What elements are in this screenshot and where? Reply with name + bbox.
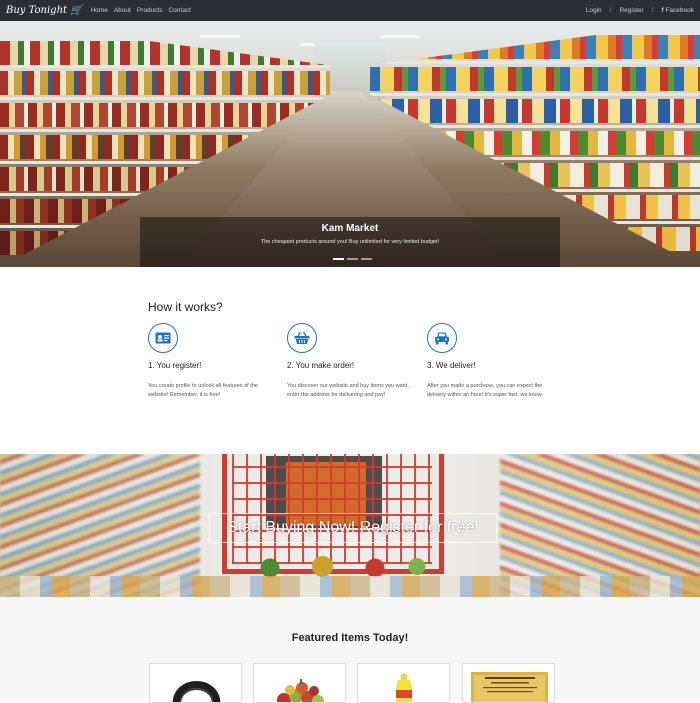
facebook-icon: f (661, 7, 664, 14)
step-title: 2. You make order! (287, 361, 355, 370)
top-navbar: Buy Tonight 🛒 Home About Products Contac… (0, 0, 700, 21)
step-order: 2. You make order! You discover our webs… (287, 323, 417, 400)
hero-carousel[interactable]: Kam Market The cheapest products around … (0, 21, 700, 267)
step-text: You discover our website and buy items y… (287, 383, 409, 398)
featured-section: Featured Items Today! (0, 597, 700, 703)
nav-right: Login / Register / f Facebook (586, 7, 694, 14)
carousel-indicator-3[interactable] (361, 258, 372, 260)
section-title: How it works? (148, 300, 223, 314)
carousel-title: Kam Market (321, 223, 379, 234)
nav-products-link[interactable]: Products (137, 7, 163, 14)
bottle-image (396, 674, 412, 702)
step-title: 1. You register! (148, 361, 202, 370)
how-it-works-section: How it works? 1. You register! You creat… (0, 267, 700, 454)
brand-name[interactable]: Buy Tonight (6, 5, 67, 16)
step-register: 1. You register! You create profile to u… (148, 323, 278, 400)
apples-image (277, 679, 324, 702)
floor-strip (0, 576, 700, 597)
carousel-subtitle: The cheapest products around you! Buy un… (260, 239, 440, 245)
step-text: You create profile to unlock all feature… (148, 383, 258, 398)
ceiling-light (380, 35, 420, 38)
cart-icon: 🛒 (70, 5, 83, 16)
featured-item-certificate[interactable] (462, 663, 555, 703)
nav-separator-2: / (651, 7, 654, 14)
brand-logo[interactable]: Buy Tonight 🛒 (6, 5, 82, 16)
facebook-label: Facebook (665, 7, 694, 14)
nav-contact-link[interactable]: Contact (168, 7, 190, 14)
nav-about-link[interactable]: About (114, 7, 131, 14)
step-text: After you made a purchase, you can expec… (427, 383, 543, 398)
carousel-indicator-2[interactable] (347, 258, 358, 260)
nav-separator: / (609, 7, 612, 14)
nav-home-link[interactable]: Home (90, 7, 107, 14)
carousel-indicators (333, 258, 372, 260)
basket-icon (287, 323, 317, 353)
carousel-indicator-1[interactable] (333, 258, 344, 260)
id-card-icon (148, 323, 178, 353)
nav-links: Home About Products Contact (90, 7, 190, 14)
certificate-image (471, 672, 548, 702)
headphones-image (172, 681, 221, 702)
featured-item-bottle[interactable] (357, 663, 450, 703)
car-icon (427, 323, 457, 353)
register-link[interactable]: Register (619, 7, 643, 14)
cta-register-button[interactable]: Start Buying Now! Register for free! (209, 513, 497, 543)
step-title: 3. We deliver! (427, 361, 476, 370)
step-deliver: 3. We deliver! After you made a purchase… (427, 323, 557, 400)
featured-item-apples[interactable] (253, 663, 346, 703)
facebook-link[interactable]: f Facebook (661, 7, 694, 14)
featured-item-headphones[interactable] (149, 663, 242, 703)
featured-title: Featured Items Today! (291, 632, 409, 644)
ceiling-light (200, 35, 240, 38)
login-link[interactable]: Login (586, 7, 602, 14)
